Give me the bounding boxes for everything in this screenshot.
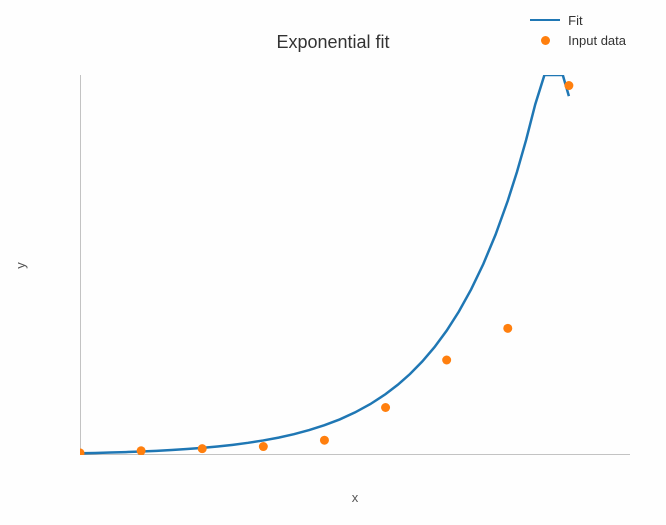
data-point xyxy=(198,444,207,453)
legend-label-data: Input data xyxy=(568,33,626,48)
legend-item-fit: Fit xyxy=(530,10,626,30)
legend-dot-wrap xyxy=(530,36,560,45)
data-point xyxy=(381,403,390,412)
data-point xyxy=(259,442,268,451)
data-point xyxy=(503,324,512,333)
data-points xyxy=(80,81,573,455)
legend-label-fit: Fit xyxy=(568,13,582,28)
chart-container: Exponential fit Fit Input data x y 24681… xyxy=(0,0,666,525)
x-axis-label: x xyxy=(80,490,630,505)
legend: Fit Input data xyxy=(530,10,626,50)
legend-dot-icon xyxy=(541,36,550,45)
data-point xyxy=(320,436,329,445)
data-point xyxy=(564,81,573,90)
data-point xyxy=(80,448,85,455)
plot-area: 246810 50100150200250300350 xyxy=(80,75,630,455)
data-point xyxy=(442,356,451,365)
legend-item-data: Input data xyxy=(530,30,626,50)
y-axis-label: y xyxy=(10,75,30,455)
fit-line xyxy=(80,75,569,453)
data-point xyxy=(137,446,146,455)
legend-line-icon xyxy=(530,19,560,21)
